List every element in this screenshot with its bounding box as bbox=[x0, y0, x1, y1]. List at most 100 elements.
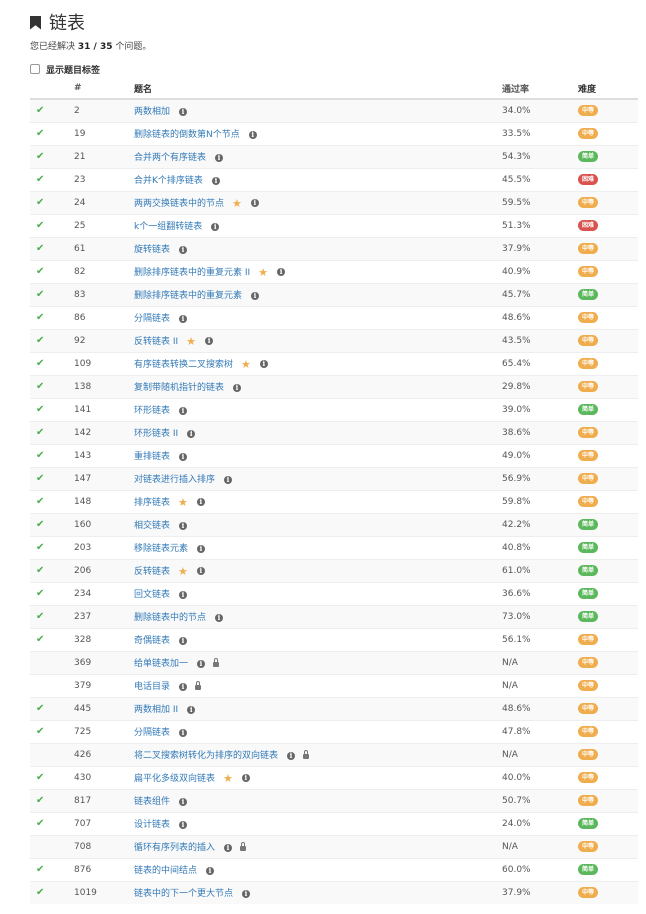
problem-title-link[interactable]: 两数相加 bbox=[134, 107, 170, 117]
problem-title-link[interactable]: 分隔链表 bbox=[134, 728, 170, 738]
problem-title-link[interactable]: 反转链表 II bbox=[134, 337, 178, 347]
problem-title-link[interactable]: 移除链表元素 bbox=[134, 544, 188, 554]
problem-title-link[interactable]: 链表的中间结点 bbox=[134, 866, 197, 876]
info-icon[interactable]: i bbox=[179, 820, 188, 829]
table-row[interactable]: ✔ 817 链表组件 i 50.7% 中等 bbox=[30, 788, 638, 812]
problem-title-link[interactable]: 删除排序链表中的重复元素 bbox=[134, 291, 242, 301]
problem-title-link[interactable]: 设计链表 bbox=[134, 820, 170, 830]
table-row[interactable]: 379 电话目录 i N/A 中等 bbox=[30, 673, 638, 697]
table-row[interactable]: ✔ 142 环形链表 II i 38.6% 中等 bbox=[30, 420, 638, 444]
header-id[interactable]: # bbox=[74, 78, 134, 100]
problem-title-link[interactable]: 链表组件 bbox=[134, 797, 170, 807]
table-row[interactable]: ✔ 138 复制带随机指针的链表 i 29.8% 中等 bbox=[30, 374, 638, 398]
info-icon[interactable]: i bbox=[211, 176, 220, 185]
table-row[interactable]: ✔ 92 反转链表 II ★ i 43.5% 中等 bbox=[30, 328, 638, 352]
table-row[interactable]: ✔ 1019 链表中的下一个更大节点 i 37.9% 中等 bbox=[30, 880, 638, 904]
problem-title-link[interactable]: 两两交换链表中的节点 bbox=[134, 199, 224, 209]
info-icon[interactable]: i bbox=[179, 636, 188, 645]
info-icon[interactable]: i bbox=[179, 452, 188, 461]
problem-title-link[interactable]: 循环有序列表的插入 bbox=[134, 843, 215, 853]
info-icon[interactable]: i bbox=[187, 705, 196, 714]
problem-title-link[interactable]: 删除排序链表中的重复元素 II bbox=[134, 268, 250, 278]
table-row[interactable]: ✔ 206 反转链表 ★ i 61.0% 简单 bbox=[30, 558, 638, 582]
show-tags-checkbox[interactable] bbox=[30, 64, 40, 74]
table-row[interactable]: ✔ 725 分隔链表 i 47.8% 中等 bbox=[30, 719, 638, 743]
info-icon[interactable]: i bbox=[179, 314, 188, 323]
table-row[interactable]: ✔ 237 删除链表中的节点 i 73.0% 简单 bbox=[30, 604, 638, 628]
info-icon[interactable]: i bbox=[205, 337, 214, 345]
table-row[interactable]: ✔ 61 旋转链表 i 37.9% 中等 bbox=[30, 236, 638, 260]
problem-title-link[interactable]: 将二叉搜索树转化为排序的双向链表 bbox=[134, 751, 278, 761]
info-icon[interactable]: i bbox=[248, 130, 257, 139]
problem-title-link[interactable]: 排序链表 bbox=[134, 498, 170, 508]
table-row[interactable]: ✔ 148 排序链表 ★ i 59.8% 中等 bbox=[30, 489, 638, 513]
problem-title-link[interactable]: 给单链表加一 bbox=[134, 659, 188, 669]
info-icon[interactable]: i bbox=[224, 843, 233, 852]
problem-title-link[interactable]: 删除链表中的节点 bbox=[134, 613, 206, 623]
problem-title-link[interactable]: 回文链表 bbox=[134, 590, 170, 600]
problem-title-link[interactable]: 复制带随机指针的链表 bbox=[134, 383, 224, 393]
problem-title-link[interactable]: k个一组翻转链表 bbox=[134, 222, 202, 232]
table-row[interactable]: ✔ 23 合并K个排序链表 i 45.5% 困难 bbox=[30, 167, 638, 191]
table-row[interactable]: ✔ 147 对链表进行插入排序 i 56.9% 中等 bbox=[30, 466, 638, 490]
info-icon[interactable]: i bbox=[241, 774, 250, 782]
table-row[interactable]: ✔ 109 有序链表转换二叉搜索树 ★ i 65.4% 中等 bbox=[30, 351, 638, 375]
info-icon[interactable]: i bbox=[196, 567, 205, 575]
table-row[interactable]: ✔ 24 两两交换链表中的节点 ★ i 59.5% 中等 bbox=[30, 190, 638, 214]
info-icon[interactable]: i bbox=[259, 360, 268, 368]
problem-title-link[interactable]: 链表中的下一个更大节点 bbox=[134, 889, 233, 899]
info-icon[interactable]: i bbox=[277, 268, 286, 276]
problem-title-link[interactable]: 相交链表 bbox=[134, 521, 170, 531]
table-row[interactable]: ✔ 2 两数相加 i 34.0% 中等 bbox=[30, 98, 638, 122]
problem-title-link[interactable]: 反转链表 bbox=[134, 567, 170, 577]
table-row[interactable]: ✔ 83 删除排序链表中的重复元素 i 45.7% 简单 bbox=[30, 282, 638, 306]
table-row[interactable]: ✔ 876 链表的中间结点 i 60.0% 简单 bbox=[30, 857, 638, 881]
table-row[interactable]: 369 给单链表加一 i N/A 中等 bbox=[30, 650, 638, 674]
table-row[interactable]: 708 循环有序列表的插入 i N/A 中等 bbox=[30, 834, 638, 858]
info-icon[interactable]: i bbox=[179, 107, 188, 116]
table-row[interactable]: ✔ 234 回文链表 i 36.6% 简单 bbox=[30, 581, 638, 605]
info-icon[interactable]: i bbox=[242, 889, 251, 898]
info-icon[interactable]: i bbox=[197, 544, 206, 553]
table-row[interactable]: ✔ 21 合并两个有序链表 i 54.3% 简单 bbox=[30, 144, 638, 168]
info-icon[interactable]: i bbox=[179, 406, 188, 415]
table-row[interactable]: ✔ 707 设计链表 i 24.0% 简单 bbox=[30, 811, 638, 835]
problem-title-link[interactable]: 分隔链表 bbox=[134, 314, 170, 324]
info-icon[interactable]: i bbox=[179, 245, 188, 254]
problem-title-link[interactable]: 旋转链表 bbox=[134, 245, 170, 255]
problem-title-link[interactable]: 对链表进行插入排序 bbox=[134, 475, 215, 485]
info-icon[interactable]: i bbox=[233, 383, 242, 392]
table-row[interactable]: ✔ 160 相交链表 i 42.2% 简单 bbox=[30, 512, 638, 536]
info-icon[interactable]: i bbox=[187, 429, 196, 438]
info-icon[interactable]: i bbox=[250, 199, 259, 207]
table-row[interactable]: ✔ 141 环形链表 i 39.0% 简单 bbox=[30, 397, 638, 421]
info-icon[interactable]: i bbox=[206, 866, 215, 875]
table-row[interactable]: ✔ 19 删除链表的倒数第N个节点 i 33.5% 中等 bbox=[30, 121, 638, 145]
problem-title-link[interactable]: 重排链表 bbox=[134, 452, 170, 462]
table-row[interactable]: ✔ 203 移除链表元素 i 40.8% 简单 bbox=[30, 535, 638, 559]
info-icon[interactable]: i bbox=[287, 751, 296, 760]
info-icon[interactable]: i bbox=[224, 475, 233, 484]
info-icon[interactable]: i bbox=[179, 521, 188, 530]
table-row[interactable]: ✔ 328 奇偶链表 i 56.1% 中等 bbox=[30, 627, 638, 651]
info-icon[interactable]: i bbox=[179, 797, 188, 806]
header-difficulty[interactable]: 难度 bbox=[578, 78, 638, 100]
table-row[interactable]: ✔ 82 删除排序链表中的重复元素 II ★ i 40.9% 中等 bbox=[30, 259, 638, 283]
problem-title-link[interactable]: 合并两个有序链表 bbox=[134, 153, 206, 163]
table-row[interactable]: ✔ 143 重排链表 i 49.0% 中等 bbox=[30, 443, 638, 467]
info-icon[interactable]: i bbox=[196, 498, 205, 506]
header-acceptance[interactable]: 通过率 bbox=[502, 78, 578, 100]
problem-title-link[interactable]: 合并K个排序链表 bbox=[134, 176, 203, 186]
table-row[interactable]: ✔ 86 分隔链表 i 48.6% 中等 bbox=[30, 305, 638, 329]
table-row[interactable]: ✔ 445 两数相加 II i 48.6% 中等 bbox=[30, 696, 638, 720]
table-row[interactable]: ✔ 25 k个一组翻转链表 i 51.3% 困难 bbox=[30, 213, 638, 237]
table-row[interactable]: 426 将二叉搜索树转化为排序的双向链表 i N/A 中等 bbox=[30, 742, 638, 766]
info-icon[interactable]: i bbox=[215, 153, 224, 162]
problem-title-link[interactable]: 奇偶链表 bbox=[134, 636, 170, 646]
problem-title-link[interactable]: 环形链表 bbox=[134, 406, 170, 416]
info-icon[interactable]: i bbox=[179, 728, 188, 737]
table-row[interactable]: ✔ 430 扁平化多级双向链表 ★ i 40.0% 中等 bbox=[30, 765, 638, 789]
info-icon[interactable]: i bbox=[179, 590, 188, 599]
info-icon[interactable]: i bbox=[215, 613, 224, 622]
problem-title-link[interactable]: 环形链表 II bbox=[134, 429, 178, 439]
